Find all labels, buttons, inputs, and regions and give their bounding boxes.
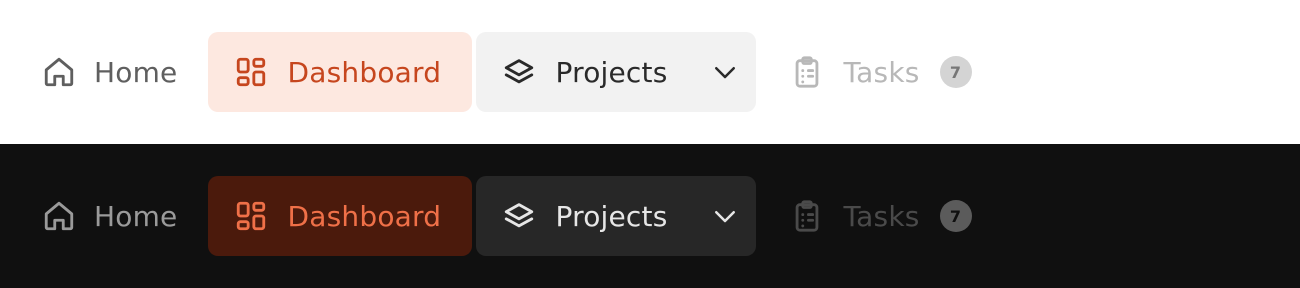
clipboard-list-icon	[790, 199, 824, 233]
chevron-down-icon[interactable]	[710, 57, 740, 87]
dark-theme-navbar: Home Dashboard Projects Tasks 7	[0, 144, 1300, 288]
nav-bar: Home Dashboard Projects Tasks 7	[34, 32, 972, 112]
nav-item-label: Dashboard	[287, 55, 442, 89]
nav-bar: Home Dashboard Projects Tasks 7	[34, 176, 972, 256]
nav-item-label: Projects	[555, 199, 668, 233]
dashboard-grid-icon	[234, 55, 268, 89]
nav-item-projects[interactable]: Projects	[475, 176, 756, 256]
nav-item-tasks[interactable]: Tasks 7	[760, 176, 972, 256]
nav-item-label: Dashboard	[287, 199, 442, 233]
nav-item-tasks[interactable]: Tasks 7	[760, 32, 972, 112]
count-badge: 7	[939, 200, 972, 232]
chevron-down-icon[interactable]	[710, 201, 740, 231]
dashboard-grid-icon	[234, 199, 268, 233]
nav-item-label: Home	[94, 199, 178, 233]
nav-item-projects[interactable]: Projects	[475, 32, 756, 112]
nav-item-dashboard[interactable]: Dashboard	[207, 176, 472, 256]
nav-item-label: Projects	[555, 55, 668, 89]
nav-item-home[interactable]: Home	[34, 176, 188, 256]
count-badge: 7	[939, 56, 972, 88]
nav-item-label: Tasks	[843, 199, 920, 233]
nav-item-dashboard[interactable]: Dashboard	[207, 32, 472, 112]
clipboard-list-icon	[790, 55, 824, 89]
home-icon	[42, 199, 76, 233]
nav-item-label: Home	[94, 55, 178, 89]
layers-icon	[502, 199, 536, 233]
layers-icon	[502, 55, 536, 89]
nav-item-home[interactable]: Home	[34, 32, 188, 112]
home-icon	[42, 55, 76, 89]
light-theme-navbar: Home Dashboard Projects Tasks 7	[0, 0, 1300, 144]
nav-item-label: Tasks	[843, 55, 920, 89]
